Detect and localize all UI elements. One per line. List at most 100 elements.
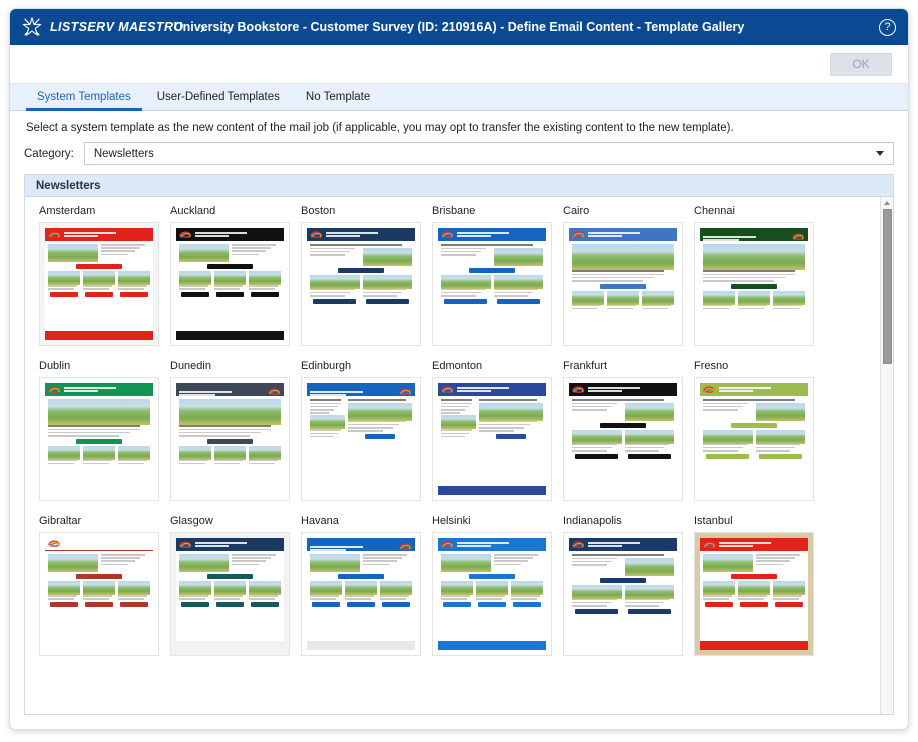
template-thumbnail[interactable] bbox=[563, 222, 683, 346]
text-line bbox=[441, 435, 466, 438]
template-logo-icon bbox=[441, 541, 453, 548]
text-line bbox=[83, 288, 109, 290]
template-header-band bbox=[45, 383, 153, 396]
text-line bbox=[347, 399, 406, 401]
template-card-cairo[interactable]: Cairo bbox=[553, 205, 684, 346]
text-line bbox=[478, 423, 531, 426]
template-card-havana[interactable]: Havana bbox=[291, 515, 422, 656]
template-card-dunedin[interactable]: Dunedin bbox=[160, 360, 291, 501]
template-card-gibraltar[interactable]: Gibraltar bbox=[29, 515, 160, 656]
template-photo bbox=[572, 429, 622, 444]
template-logo-icon bbox=[48, 231, 60, 238]
template-cta-button bbox=[337, 267, 385, 273]
template-card-brisbane[interactable]: Brisbane bbox=[422, 205, 553, 346]
template-photo bbox=[607, 290, 639, 305]
text-line bbox=[310, 432, 338, 435]
template-card-boston[interactable]: Boston bbox=[291, 205, 422, 346]
template-card-edinburgh[interactable]: Edinburgh bbox=[291, 360, 422, 501]
template-card-chennai[interactable]: Chennai bbox=[684, 205, 815, 346]
template-card-dublin[interactable]: Dublin bbox=[29, 360, 160, 501]
template-photo bbox=[249, 271, 281, 285]
template-cta-button bbox=[730, 422, 778, 428]
template-card-helsinki[interactable]: Helsinki bbox=[422, 515, 553, 656]
scroll-up-icon[interactable] bbox=[881, 197, 893, 208]
template-thumbnail[interactable] bbox=[39, 532, 159, 656]
template-thumbnail[interactable] bbox=[563, 532, 683, 656]
ok-button[interactable]: OK bbox=[830, 52, 892, 76]
text-line bbox=[310, 399, 342, 401]
text-line bbox=[179, 285, 208, 287]
forward-nav-icon[interactable]: › bbox=[200, 19, 206, 36]
template-content-area bbox=[176, 551, 284, 641]
template-thumbnail[interactable] bbox=[170, 377, 290, 501]
template-thumbnail[interactable] bbox=[432, 222, 552, 346]
template-card-auckland[interactable]: Auckland bbox=[160, 205, 291, 346]
text-line bbox=[572, 557, 617, 560]
template-thumbnail[interactable] bbox=[39, 377, 159, 501]
text-line bbox=[624, 443, 670, 446]
template-header-band bbox=[438, 228, 546, 241]
scrollbar-thumb[interactable] bbox=[882, 209, 892, 364]
tab-user-defined-templates[interactable]: User-Defined Templates bbox=[144, 84, 293, 110]
template-thumbnail[interactable] bbox=[694, 377, 814, 501]
text-line bbox=[83, 462, 109, 465]
template-cta-button bbox=[599, 283, 647, 289]
template-card-fresno[interactable]: Fresno bbox=[684, 360, 815, 501]
template-thumbnail[interactable] bbox=[432, 532, 552, 656]
template-thumbnail[interactable] bbox=[563, 377, 683, 501]
template-name-label: Dublin bbox=[39, 360, 71, 372]
template-content-area bbox=[307, 396, 415, 486]
gallery-scrollbar[interactable] bbox=[880, 197, 893, 714]
template-cta-button bbox=[705, 601, 733, 607]
help-icon[interactable]: ? bbox=[879, 18, 896, 36]
text-line bbox=[100, 250, 136, 252]
template-thumbnail[interactable] bbox=[432, 377, 552, 501]
text-line bbox=[476, 595, 505, 597]
template-photo bbox=[441, 581, 473, 595]
template-name-label: Dunedin bbox=[170, 360, 211, 372]
tab-no-template[interactable]: No Template bbox=[293, 84, 383, 110]
template-thumbnail[interactable] bbox=[694, 222, 814, 346]
text-line bbox=[310, 291, 350, 294]
template-card-amsterdam[interactable]: Amsterdam bbox=[29, 205, 160, 346]
template-card-frankfurt[interactable]: Frankfurt bbox=[553, 360, 684, 501]
text-line bbox=[310, 435, 335, 438]
text-line bbox=[478, 430, 515, 432]
text-line bbox=[179, 598, 205, 600]
text-line bbox=[703, 399, 795, 401]
template-cta-button bbox=[337, 574, 385, 579]
text-line bbox=[214, 598, 240, 600]
template-thumbnail[interactable] bbox=[301, 377, 421, 501]
category-select[interactable]: Newsletters bbox=[83, 142, 894, 165]
template-thumbnail[interactable] bbox=[170, 532, 290, 656]
template-header-band bbox=[307, 383, 415, 396]
text-line bbox=[642, 307, 668, 310]
text-line bbox=[118, 288, 144, 290]
template-columns bbox=[179, 445, 281, 466]
template-card-glasgow[interactable]: Glasgow bbox=[160, 515, 291, 656]
template-photo bbox=[476, 581, 508, 595]
text-line bbox=[441, 412, 461, 414]
template-photo bbox=[703, 429, 753, 444]
template-card-edmonton[interactable]: Edmonton bbox=[422, 360, 553, 501]
template-photo bbox=[83, 271, 115, 285]
tab-system-templates[interactable]: System Templates bbox=[24, 84, 144, 111]
template-cta-button bbox=[740, 601, 768, 607]
template-logo-icon bbox=[703, 541, 715, 548]
back-nav-icon[interactable]: ← bbox=[219, 19, 236, 36]
text-line bbox=[493, 563, 521, 566]
template-name-label: Chennai bbox=[694, 205, 735, 217]
template-thumbnail[interactable] bbox=[694, 532, 814, 656]
template-photo bbox=[48, 554, 98, 572]
template-card-indianapolis[interactable]: Indianapolis bbox=[553, 515, 684, 656]
template-thumbnail[interactable] bbox=[301, 532, 421, 656]
template-thumbnail[interactable] bbox=[39, 222, 159, 346]
template-card-istanbul[interactable]: Istanbul bbox=[684, 515, 815, 656]
template-thumbnail[interactable] bbox=[170, 222, 290, 346]
action-bar: OK bbox=[10, 45, 908, 84]
template-cta-button bbox=[599, 577, 647, 583]
text-line bbox=[703, 402, 748, 405]
text-line bbox=[249, 459, 278, 462]
template-thumbnail[interactable] bbox=[301, 222, 421, 346]
template-cta-button bbox=[120, 291, 148, 297]
